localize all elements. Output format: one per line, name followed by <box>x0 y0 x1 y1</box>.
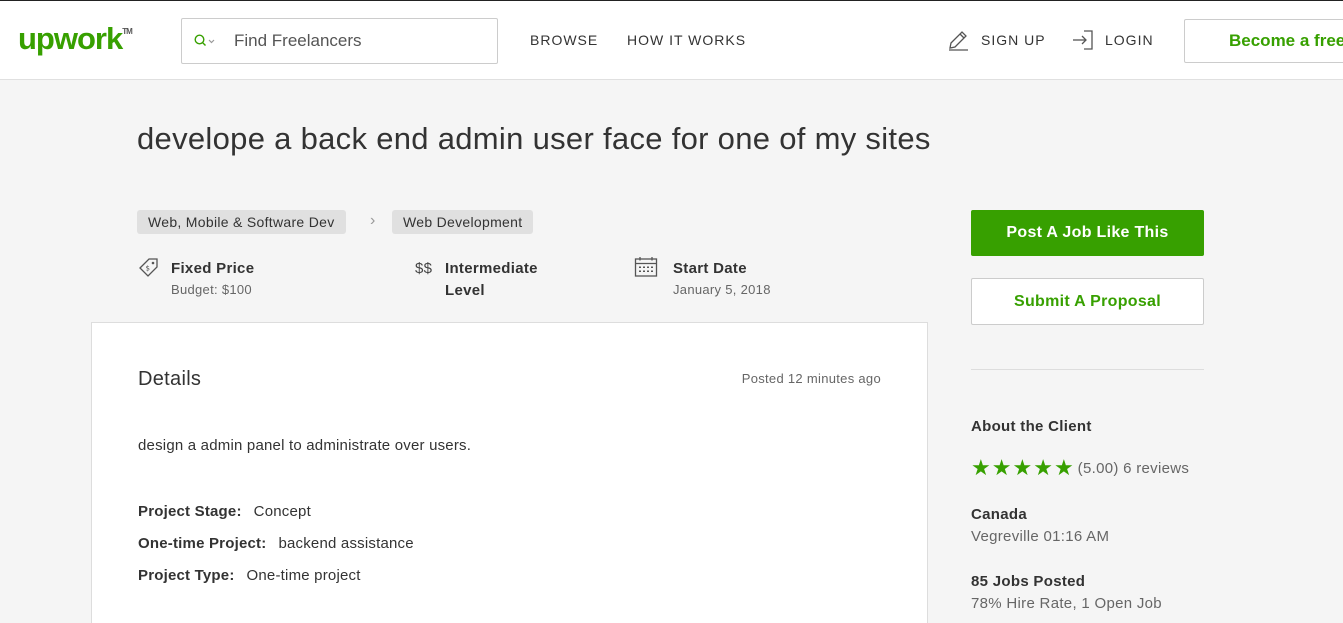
posted-time: Posted 12 minutes ago <box>741 371 881 386</box>
start-date-label: Start Date <box>673 260 747 277</box>
price-type: Fixed Price <box>171 260 255 277</box>
details-card: Details Posted 12 minutes ago design a a… <box>91 322 928 623</box>
nav-browse[interactable]: BROWSE <box>530 32 598 48</box>
nav-sign-up[interactable]: SIGN UP <box>981 32 1046 48</box>
job-title: develope a back end admin user face for … <box>137 121 931 156</box>
chevron-right-icon: › <box>370 212 376 229</box>
property-project-stage: Project Stage: Concept <box>138 503 311 520</box>
experience-level-line1: Intermediate <box>445 260 538 277</box>
client-rating: ★ ★ ★ ★ ★ (5.00) 6 reviews <box>971 455 1190 480</box>
budget: Budget: $100 <box>171 282 252 297</box>
nav-login[interactable]: LOGIN <box>1105 32 1154 48</box>
client-jobs-posted: 85 Jobs Posted <box>971 573 1086 590</box>
nav-how-it-works[interactable]: HOW IT WORKS <box>627 32 746 48</box>
star-icon: ★ <box>991 455 1012 480</box>
login-icon[interactable] <box>1071 28 1095 57</box>
star-icon: ★ <box>971 455 991 480</box>
price-tag-icon: $ <box>137 255 161 284</box>
pencil-icon[interactable] <box>946 28 970 57</box>
calendar-icon <box>634 256 658 283</box>
search-box[interactable] <box>181 18 498 64</box>
start-date: January 5, 2018 <box>673 282 771 297</box>
rating-text: (5.00) 6 reviews <box>1077 459 1190 477</box>
job-description: design a admin panel to administrate ove… <box>138 437 472 454</box>
become-freelancer-button[interactable]: Become a freelancer <box>1184 19 1343 63</box>
star-icon: ★ <box>1053 455 1074 480</box>
search-icon[interactable] <box>182 34 216 48</box>
svg-text:$: $ <box>146 265 150 273</box>
client-hire-rate: 78% Hire Rate, 1 Open Job <box>971 595 1162 612</box>
client-country: Canada <box>971 506 1027 523</box>
star-icon: ★ <box>1012 455 1033 480</box>
category-tag-primary[interactable]: Web, Mobile & Software Dev <box>137 210 346 234</box>
search-input[interactable] <box>234 31 484 51</box>
submit-proposal-button[interactable]: Submit A Proposal <box>971 278 1204 325</box>
experience-level-icon: $$ <box>415 260 433 277</box>
star-icon: ★ <box>1033 455 1053 480</box>
client-location-time: Vegreville 01:16 AM <box>971 528 1110 545</box>
details-heading: Details <box>138 368 202 390</box>
about-client-heading: About the Client <box>971 418 1092 435</box>
experience-level-line2: Level <box>445 282 485 299</box>
category-tag-secondary[interactable]: Web Development <box>392 210 534 234</box>
sidebar-divider <box>971 369 1204 370</box>
post-job-like-this-button[interactable]: Post A Job Like This <box>971 210 1204 256</box>
property-project-type: Project Type: One-time project <box>138 567 361 584</box>
upwork-logo[interactable]: upworkTM <box>18 21 133 57</box>
property-one-time-project: One-time Project: backend assistance <box>138 535 414 552</box>
top-header: upworkTM BROWSE HOW IT WORKS SIGN UP LOG… <box>0 0 1343 80</box>
